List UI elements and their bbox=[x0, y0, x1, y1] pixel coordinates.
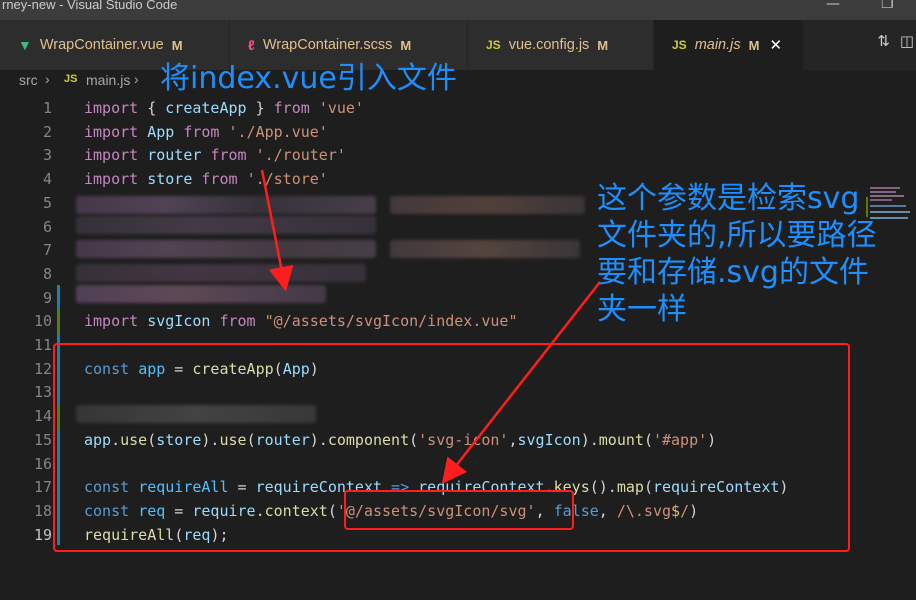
arrow-to-context-path bbox=[441, 281, 601, 484]
arrow-to-import bbox=[260, 169, 294, 292]
annotation-context-note: 这个参数是检索svg 文件夹的,所以要路径 要和存储.svg的文件 夹一样 bbox=[597, 181, 877, 327]
annotation-import-note: 将index.vue引入文件 bbox=[160, 61, 457, 96]
